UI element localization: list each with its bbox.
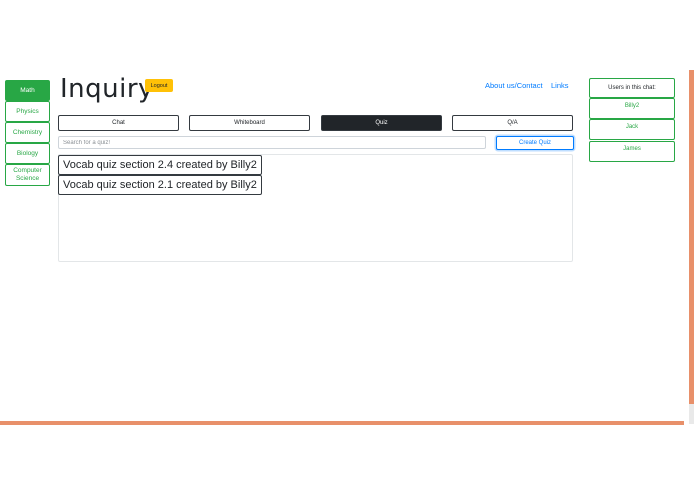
user-item[interactable]: Jack [589,119,675,140]
tab-quiz[interactable]: Quiz [321,115,442,131]
app-title: Inquiry [60,74,154,104]
page-edge-right [689,70,694,424]
subject-physics-button[interactable]: Physics [5,101,50,122]
scrollbar-track[interactable] [689,404,694,424]
subject-math-button[interactable]: Math [5,80,50,101]
tab-whiteboard[interactable]: Whiteboard [189,115,310,131]
subject-chemistry-button[interactable]: Chemistry [5,122,50,143]
users-panel-heading: Users in this chat: [589,78,675,98]
links-link[interactable]: Links [551,81,569,90]
create-quiz-button[interactable]: Create Quiz [496,136,574,150]
quiz-list-item[interactable]: Vocab quiz section 2.1 created by Billy2 [58,175,262,195]
about-contact-link[interactable]: About us/Contact [485,81,543,90]
quiz-search-input[interactable] [58,136,486,149]
quiz-list-item[interactable]: Vocab quiz section 2.4 created by Billy2 [58,155,262,175]
subject-biology-button[interactable]: Biology [5,143,50,164]
user-item[interactable]: James [589,141,675,162]
page-edge-bottom [0,421,684,425]
subject-computer-science-button[interactable]: Computer Science [5,164,50,186]
logout-button[interactable]: Logout [145,79,173,92]
tab-chat[interactable]: Chat [58,115,179,131]
tab-qa[interactable]: Q/A [452,115,573,131]
user-item[interactable]: Billy2 [589,98,675,119]
